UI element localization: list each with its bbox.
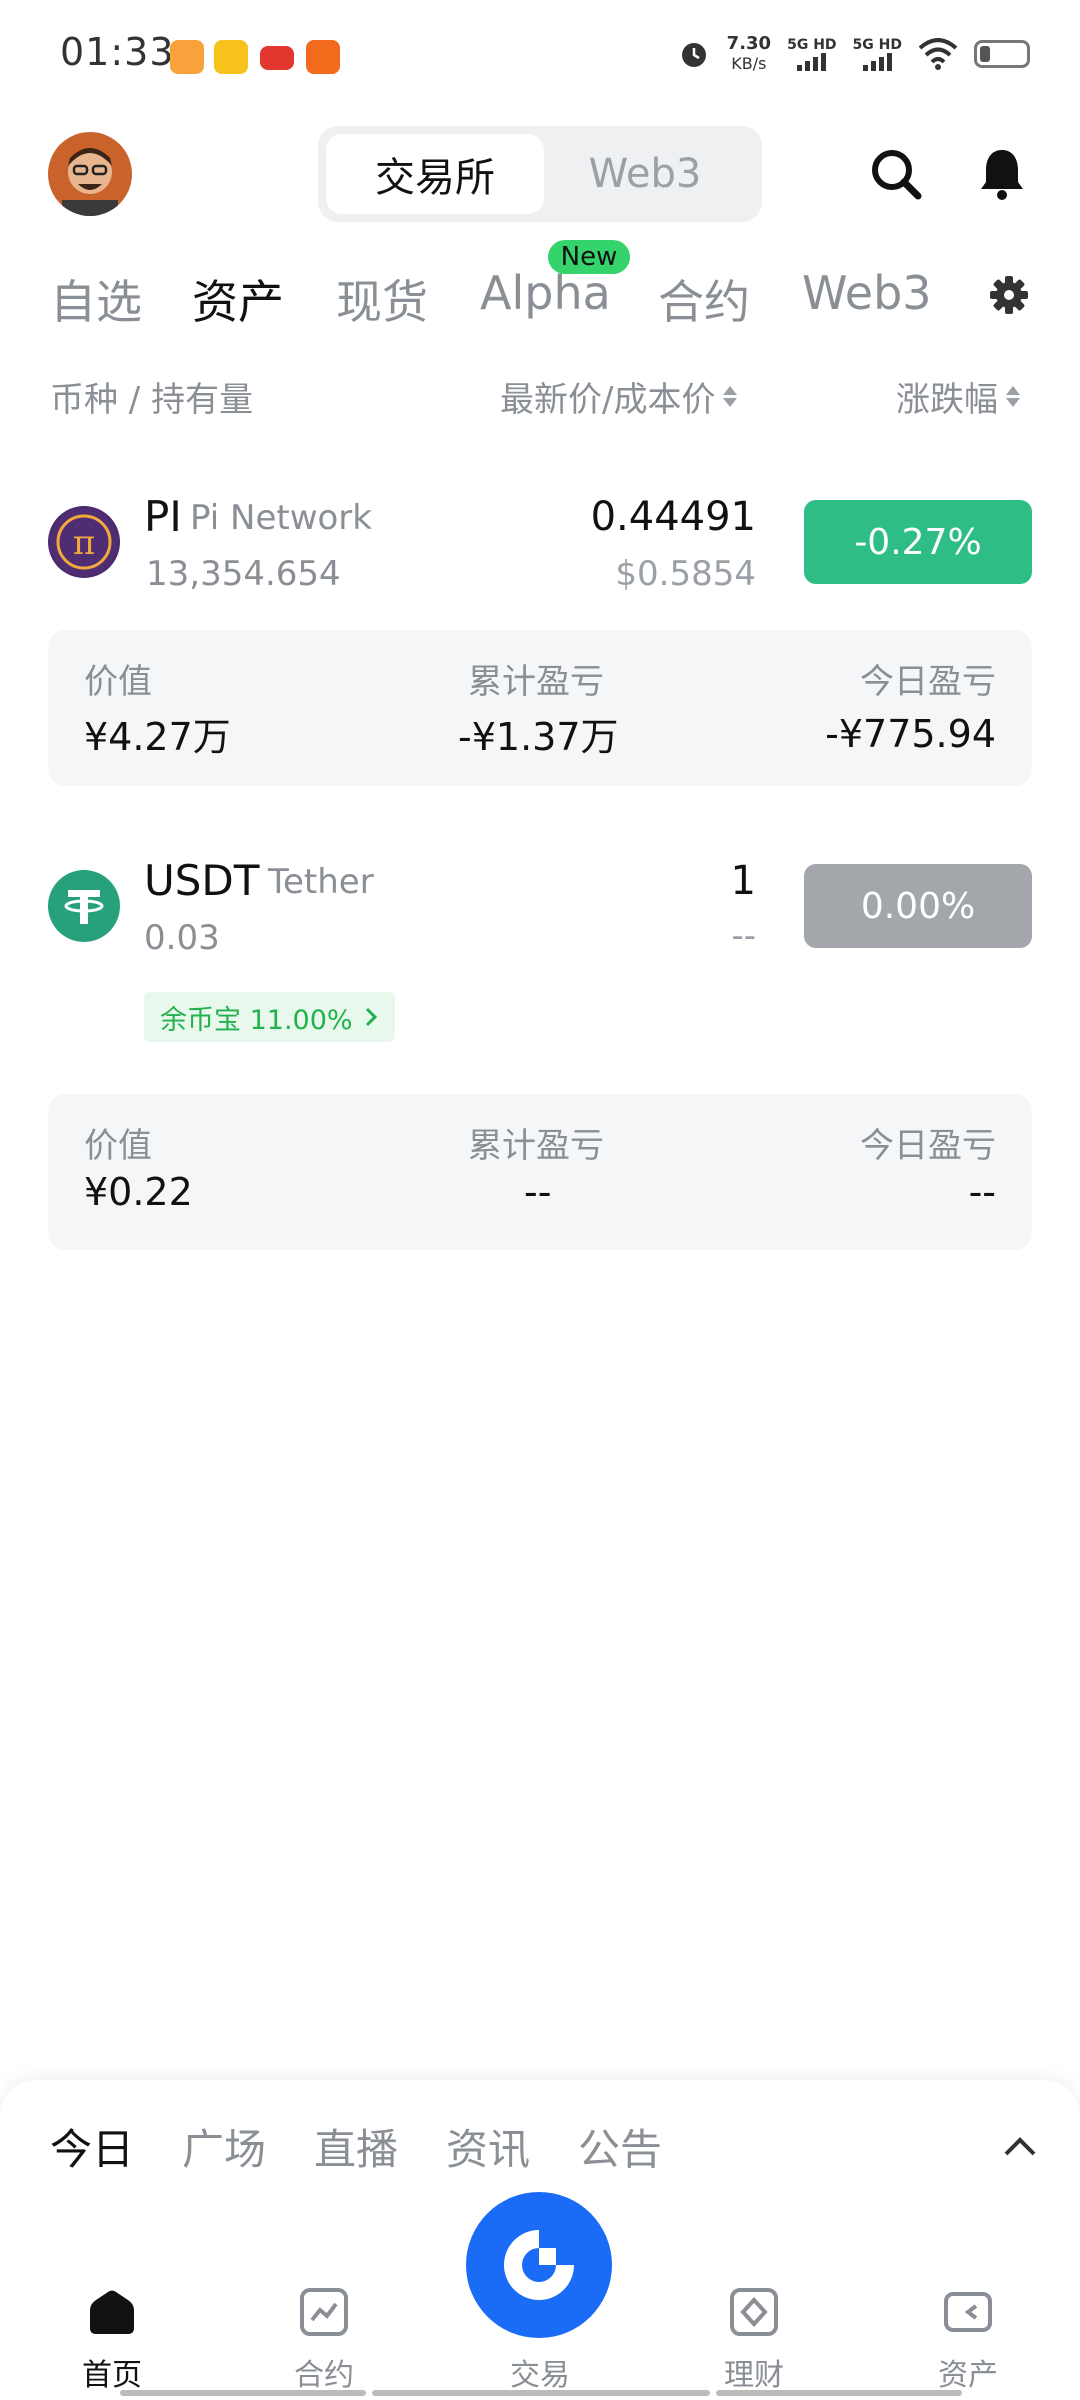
sort-icon bbox=[723, 386, 738, 407]
pi-coin-icon: π bbox=[48, 506, 120, 578]
asset-name: Pi Network bbox=[190, 498, 372, 538]
column-header-price[interactable]: 最新价/成本价 bbox=[500, 372, 738, 421]
video-app-notification-icon bbox=[170, 40, 204, 74]
exchange-web3-switch: 交易所 Web3 bbox=[318, 126, 762, 222]
trade-button[interactable] bbox=[466, 2192, 612, 2338]
today-pnl-amount: -- bbox=[968, 1170, 996, 1214]
nav-label: 合约 bbox=[294, 2358, 354, 2393]
nav-label: 理财 bbox=[724, 2358, 784, 2393]
segment-exchange[interactable]: 交易所 bbox=[326, 134, 544, 214]
avatar[interactable] bbox=[48, 132, 132, 216]
status-bar: 01:33 7.30 KB/s 5G HD 5G HD bbox=[0, 0, 1080, 110]
news-tab-news[interactable]: 资讯 bbox=[446, 2116, 530, 2177]
news-tab-live[interactable]: 直播 bbox=[314, 2116, 398, 2177]
asset-summary-card-usdt: 价值 ¥0.22 累计盈亏 -- 今日盈亏 -- bbox=[48, 1094, 1032, 1250]
search-icon[interactable] bbox=[866, 144, 926, 204]
home-icon bbox=[90, 2290, 134, 2334]
asset-quantity: 0.03 bbox=[144, 918, 220, 958]
asset-quantity: 13,354.654 bbox=[146, 554, 341, 594]
gesture-bar bbox=[120, 2390, 366, 2396]
column-header-coin: 币种 / 持有量 bbox=[50, 380, 254, 420]
nav-futures[interactable]: 合约 bbox=[254, 2276, 394, 2393]
value-label: 价值 bbox=[84, 662, 152, 702]
column-header-change[interactable]: 涨跌幅 bbox=[896, 372, 1020, 421]
status-time: 01:33 bbox=[60, 30, 175, 74]
status-indicators: 7.30 KB/s 5G HD 5G HD bbox=[677, 34, 1030, 74]
asset-cost: -- bbox=[731, 916, 756, 956]
total-pnl-amount: -¥1.37万 bbox=[458, 715, 619, 759]
diamond-icon bbox=[730, 2288, 778, 2336]
tab-web3[interactable]: Web3 bbox=[802, 266, 932, 320]
asset-symbol: USDT bbox=[144, 856, 260, 905]
nav-assets[interactable]: 资产 bbox=[898, 2276, 1038, 2393]
asset-cost: $0.5854 bbox=[615, 554, 756, 594]
network-speed: 7.30 KB/s bbox=[726, 33, 772, 74]
chart-icon bbox=[300, 2288, 348, 2336]
tab-assets[interactable]: 资产 bbox=[192, 266, 284, 332]
mail-notification-icon bbox=[214, 40, 248, 74]
page: 01:33 7.30 KB/s 5G HD 5G HD 交易所 Web3 自选 … bbox=[0, 0, 1080, 2400]
today-pnl-label: 今日盈亏 bbox=[860, 1126, 996, 1166]
nav-label: 首页 bbox=[82, 2358, 142, 2393]
chevron-up-icon[interactable] bbox=[1000, 2126, 1040, 2166]
battery-icon bbox=[974, 40, 1030, 68]
tab-alpha[interactable]: Alpha bbox=[480, 266, 611, 320]
asset-price: 1 bbox=[730, 858, 756, 904]
alarm-icon bbox=[681, 43, 706, 67]
new-badge: New bbox=[548, 240, 630, 274]
nav-home[interactable]: 首页 bbox=[42, 2276, 182, 2393]
bell-icon[interactable] bbox=[972, 144, 1032, 204]
gesture-bar bbox=[716, 2390, 962, 2396]
total-pnl-amount: -- bbox=[524, 1170, 552, 1214]
nav-label: 资产 bbox=[938, 2358, 998, 2393]
tab-futures[interactable]: 合约 bbox=[658, 266, 750, 332]
value-amount: ¥0.22 bbox=[84, 1170, 193, 1214]
total-pnl-label: 累计盈亏 bbox=[468, 662, 604, 702]
market-tabs: 自选 资产 现货 Alpha 合约 Web3 bbox=[50, 256, 1050, 336]
home-app-notification-icon bbox=[306, 40, 340, 74]
news-tab-today[interactable]: 今日 bbox=[50, 2116, 134, 2177]
nav-earn[interactable]: 理财 bbox=[684, 2276, 824, 2393]
gesture-bar bbox=[372, 2390, 710, 2396]
value-amount: ¥4.27万 bbox=[84, 715, 231, 759]
value-label: 价值 bbox=[84, 1126, 152, 1166]
asset-symbol: PI bbox=[144, 492, 182, 541]
svg-text:π: π bbox=[73, 523, 95, 563]
wifi-icon bbox=[918, 38, 958, 70]
today-pnl-label: 今日盈亏 bbox=[860, 662, 996, 702]
usdt-coin-icon bbox=[48, 870, 120, 942]
asset-name: Tether bbox=[268, 862, 374, 902]
gear-icon[interactable] bbox=[988, 274, 1030, 316]
change-badge[interactable]: 0.00% bbox=[804, 864, 1032, 948]
change-badge[interactable]: -0.27% bbox=[804, 500, 1032, 584]
sort-icon bbox=[1006, 386, 1020, 407]
segment-web3[interactable]: Web3 bbox=[536, 134, 754, 214]
tab-spot[interactable]: 现货 bbox=[336, 266, 428, 332]
news-app-notification-icon bbox=[260, 46, 294, 70]
wallet-icon bbox=[944, 2292, 992, 2332]
news-tab-square[interactable]: 广场 bbox=[182, 2116, 266, 2177]
tab-favorites[interactable]: 自选 bbox=[50, 266, 142, 332]
chevron-right-icon bbox=[365, 1007, 377, 1027]
asset-price: 0.44491 bbox=[590, 494, 756, 540]
nav-label-trade: 交易 bbox=[510, 2358, 570, 2393]
earn-product-tag[interactable]: 余币宝 11.00% bbox=[144, 992, 395, 1042]
total-pnl-label: 累计盈亏 bbox=[468, 1126, 604, 1166]
sim2-signal: 5G HD bbox=[853, 37, 902, 71]
today-pnl-amount: -¥775.94 bbox=[825, 712, 996, 756]
asset-summary-card-pi: 价值 ¥4.27万 累计盈亏 -¥1.37万 今日盈亏 -¥775.94 bbox=[48, 630, 1032, 786]
news-tab-announcements[interactable]: 公告 bbox=[578, 2116, 662, 2177]
sim1-signal: 5G HD bbox=[787, 37, 837, 71]
trade-logo-icon bbox=[504, 2230, 574, 2300]
